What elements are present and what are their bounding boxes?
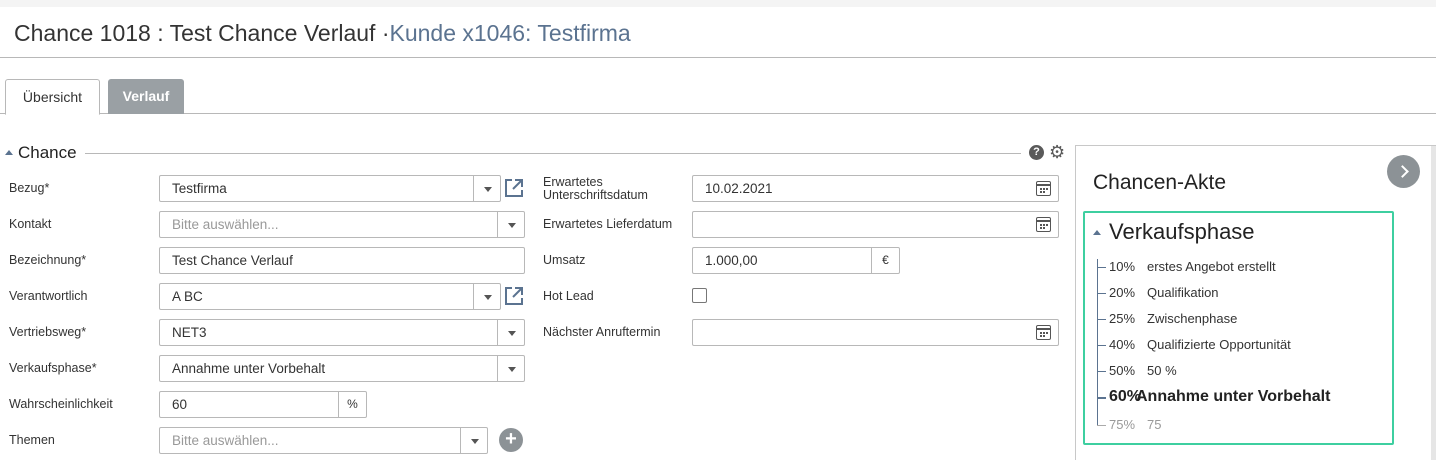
- themen-dropdown-button[interactable]: [460, 428, 487, 453]
- label-line-2: Unterschriftsdatum: [543, 188, 648, 202]
- phase-tick: [1097, 425, 1106, 426]
- euro-unit: €: [872, 247, 900, 274]
- chevron-down-icon: [471, 439, 479, 444]
- anruftermin-input[interactable]: [692, 319, 1059, 346]
- chevron-down-icon: [508, 331, 516, 336]
- phase-pct: 10%: [1109, 259, 1136, 274]
- wahrscheinlichkeit-value: 60: [172, 397, 188, 412]
- verkaufsphase-box: Verkaufsphase 10% erstes Angebot erstell…: [1083, 211, 1394, 445]
- percent-unit: %: [339, 391, 367, 418]
- calendar-icon[interactable]: [1035, 325, 1051, 340]
- phase-pct: 75%: [1109, 417, 1136, 432]
- chevron-right-icon[interactable]: [1387, 155, 1420, 188]
- verantwortlich-dropdown-button[interactable]: [473, 284, 500, 309]
- section-title: Chance: [18, 143, 85, 163]
- chevron-down-icon: [484, 295, 492, 300]
- external-link-icon[interactable]: [504, 286, 524, 306]
- vertriebsweg-select[interactable]: NET3: [159, 319, 525, 346]
- tab-bar: Übersicht Verlauf: [0, 58, 1436, 115]
- label-bezug: Bezug*: [9, 181, 50, 195]
- phase-name: Qualifizierte Opportunität: [1147, 337, 1291, 352]
- unterschriftsdatum-value: 10.02.2021: [705, 181, 773, 196]
- bezug-dropdown-button[interactable]: [473, 176, 500, 201]
- bezeichnung-input[interactable]: Test Chance Verlauf: [159, 247, 525, 274]
- verkaufsphase-value: Annahme unter Vorbehalt: [172, 361, 326, 376]
- label-themen: Themen: [9, 433, 55, 447]
- label-unterschriftsdatum: Erwartetes Unterschriftsdatum: [543, 176, 648, 202]
- phase-tick: [1097, 293, 1106, 294]
- hot-lead-checkbox[interactable]: [692, 288, 707, 303]
- section-chance-header[interactable]: Chance ? ⚙: [5, 142, 1065, 164]
- bezeichnung-value: Test Chance Verlauf: [172, 253, 293, 268]
- verkaufsphase-dropdown-button[interactable]: [497, 356, 524, 381]
- label-verkaufsphase: Verkaufsphase*: [9, 361, 97, 375]
- verantwortlich-value: A BC: [172, 289, 203, 304]
- panel-title: Chancen-Akte: [1093, 171, 1227, 194]
- chevron-down-icon: [508, 367, 516, 372]
- umsatz-value: 1.000,00: [705, 253, 758, 268]
- label-bezeichnung: Bezeichnung*: [9, 253, 87, 267]
- label-verantwortlich: Verantwortlich: [9, 289, 88, 303]
- chancen-akte-panel: Chancen-Akte Verkaufsphase 10% erstes An…: [1075, 145, 1436, 460]
- section-divider: [85, 153, 1021, 154]
- phase-tick: [1097, 397, 1106, 399]
- phase-pct: 20%: [1109, 285, 1136, 300]
- phase-timeline-line: [1097, 259, 1098, 425]
- kontakt-dropdown-button[interactable]: [497, 212, 524, 237]
- phase-pct: 40%: [1109, 337, 1136, 352]
- phase-name: erstes Angebot erstellt: [1147, 259, 1276, 274]
- vertriebsweg-value: NET3: [172, 325, 207, 340]
- bezug-value: Testfirma: [172, 181, 227, 196]
- phase-name: Zwischenphase: [1147, 311, 1238, 326]
- label-kontakt: Kontakt: [9, 217, 52, 231]
- gear-icon[interactable]: ⚙: [1049, 142, 1065, 162]
- vertriebsweg-dropdown-button[interactable]: [497, 320, 524, 345]
- label-hot-lead: Hot Lead: [543, 289, 594, 303]
- label-wahrscheinlichkeit: Wahrscheinlichkeit: [9, 397, 113, 411]
- phase-name: Annahme unter Vorbehalt: [1136, 388, 1331, 405]
- umsatz-input[interactable]: 1.000,00: [692, 247, 872, 274]
- calendar-icon[interactable]: [1035, 217, 1051, 232]
- label-vertriebsweg: Vertriebsweg*: [9, 325, 87, 339]
- collapse-caret-icon[interactable]: [5, 150, 13, 155]
- verantwortlich-select[interactable]: A BC: [159, 283, 501, 310]
- phase-pct: 50%: [1109, 363, 1136, 378]
- phase-name: 75: [1147, 417, 1162, 432]
- label-lieferdatum: Erwartetes Lieferdatum: [543, 217, 673, 231]
- tab-verlauf[interactable]: Verlauf: [108, 79, 184, 114]
- top-strip: [0, 0, 1436, 7]
- themen-placeholder: Bitte auswählen...: [172, 433, 279, 448]
- verkaufsphase-select[interactable]: Annahme unter Vorbehalt: [159, 355, 525, 382]
- lieferdatum-input[interactable]: [692, 211, 1059, 238]
- page-header: Chance 1018 : Test Chance Verlauf ·Kunde…: [0, 7, 1436, 58]
- phase-name: Qualifikation: [1147, 285, 1219, 300]
- add-icon[interactable]: +: [499, 428, 523, 452]
- wahrscheinlichkeit-input[interactable]: 60: [159, 391, 339, 418]
- phase-tick: [1097, 345, 1106, 346]
- kontakt-placeholder: Bitte auswählen...: [172, 217, 279, 232]
- phase-tick: [1097, 319, 1106, 320]
- chevron-down-icon: [508, 223, 516, 228]
- help-icon[interactable]: ?: [1029, 145, 1044, 160]
- phase-title: Verkaufsphase: [1109, 219, 1255, 244]
- phase-tick: [1097, 267, 1106, 268]
- calendar-icon[interactable]: [1035, 181, 1051, 196]
- label-umsatz: Umsatz: [543, 253, 586, 267]
- phase-name: 50 %: [1147, 363, 1177, 378]
- panel-scrollbar[interactable]: [1431, 146, 1436, 460]
- page-title: Chance 1018 : Test Chance Verlauf ·Kunde…: [14, 20, 631, 47]
- phase-tick: [1097, 371, 1106, 372]
- bezug-select[interactable]: Testfirma: [159, 175, 501, 202]
- themen-select[interactable]: Bitte auswählen...: [159, 427, 488, 454]
- kontakt-select[interactable]: Bitte auswählen...: [159, 211, 525, 238]
- label-anruftermin: Nächster Anruftermin: [543, 325, 661, 339]
- unterschriftsdatum-input[interactable]: 10.02.2021: [692, 175, 1059, 202]
- phase-pct: 25%: [1109, 311, 1136, 326]
- external-link-icon[interactable]: [504, 178, 524, 198]
- chevron-down-icon: [484, 187, 492, 192]
- page-title-text: Chance 1018 : Test Chance Verlauf ·: [14, 20, 390, 46]
- customer-link[interactable]: Kunde x1046: Testfirma: [389, 20, 630, 46]
- tab-uebersicht[interactable]: Übersicht: [5, 79, 100, 115]
- collapse-caret-icon[interactable]: [1093, 230, 1101, 235]
